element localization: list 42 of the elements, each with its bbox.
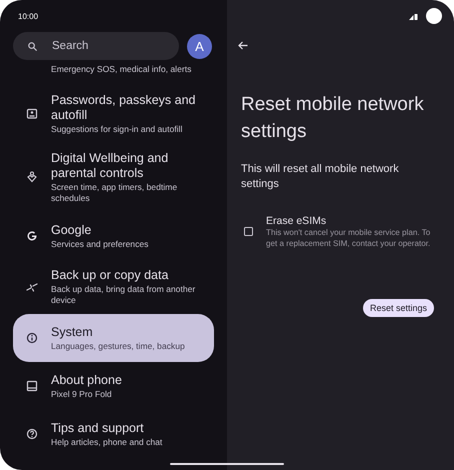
settings-item[interactable]: Back up or copy data Back up data, bring data from another device (13, 260, 214, 314)
tablet-icon (26, 380, 38, 392)
item-subtitle: Languages, gestures, time, backup (51, 340, 185, 352)
settings-item[interactable]: Tips and support Help articles, phone and chat (13, 410, 214, 458)
item-subtitle: Screen time, app timers, bedtime schedules (51, 182, 178, 204)
item-title: System (51, 324, 94, 340)
page-description: This will reset all mobile network settings (241, 162, 400, 192)
checkbox[interactable] (244, 227, 253, 236)
item-title: Google (51, 222, 92, 238)
item-title: Digital Wellbeing and parental controls (51, 151, 170, 181)
item-subtitle: Pixel 9 Pro Fold (51, 388, 113, 400)
reset-settings-button[interactable]: Reset settings (362, 299, 434, 317)
settings-item[interactable]: Passwords, passkeys and autofill Suggestions for sign-in and autofill (13, 85, 214, 143)
item-subtitle: Back up data, bring data from another device (51, 284, 196, 306)
signal-icon (409, 12, 418, 20)
item-title: Tips and support (51, 420, 145, 436)
heart-person-icon (26, 171, 38, 184)
info-icon (26, 332, 38, 344)
settings-item[interactable]: Google Services and preferences (13, 212, 214, 260)
status-time: 10:00 (18, 12, 38, 20)
account-avatar[interactable]: A (187, 34, 212, 58)
item-subtitle: Services and preferences (51, 238, 148, 250)
id-card-icon (26, 108, 38, 120)
settings-item[interactable]: About phone Pixel 9 Pro Fold (13, 362, 214, 410)
camera-cutout (426, 8, 442, 24)
option-description: This won't cancel your mobile service plan. To get a replacement SIM, contact your operator. (266, 228, 432, 249)
option-label: Erase eSIMs (266, 214, 328, 228)
search-icon (27, 40, 38, 52)
item-subtitle: Emergency SOS, medical info, alerts (51, 64, 192, 75)
settings-item[interactable]: Digital Wellbeing and parental controls Screen time, app timers, bedtime schedules (13, 143, 214, 212)
search-field[interactable]: Search (13, 32, 179, 60)
item-title: About phone (51, 372, 122, 388)
back-arrow-icon (238, 40, 248, 50)
settings-item[interactable]: System Languages, gestures, time, backup (13, 314, 214, 362)
google-icon (26, 230, 38, 242)
item-subtitle: Help articles, phone and chat (51, 436, 162, 448)
page-title: Reset mobile network settings (241, 93, 425, 144)
settings-item[interactable]: Emergency SOS, medical info, alerts (13, 60, 214, 85)
item-title: Back up or copy data (51, 268, 170, 283)
item-title: Passwords, passkeys and autofill (51, 93, 197, 123)
item-subtitle: Suggestions for sign-in and autofill (51, 124, 184, 135)
help-icon (26, 428, 38, 440)
